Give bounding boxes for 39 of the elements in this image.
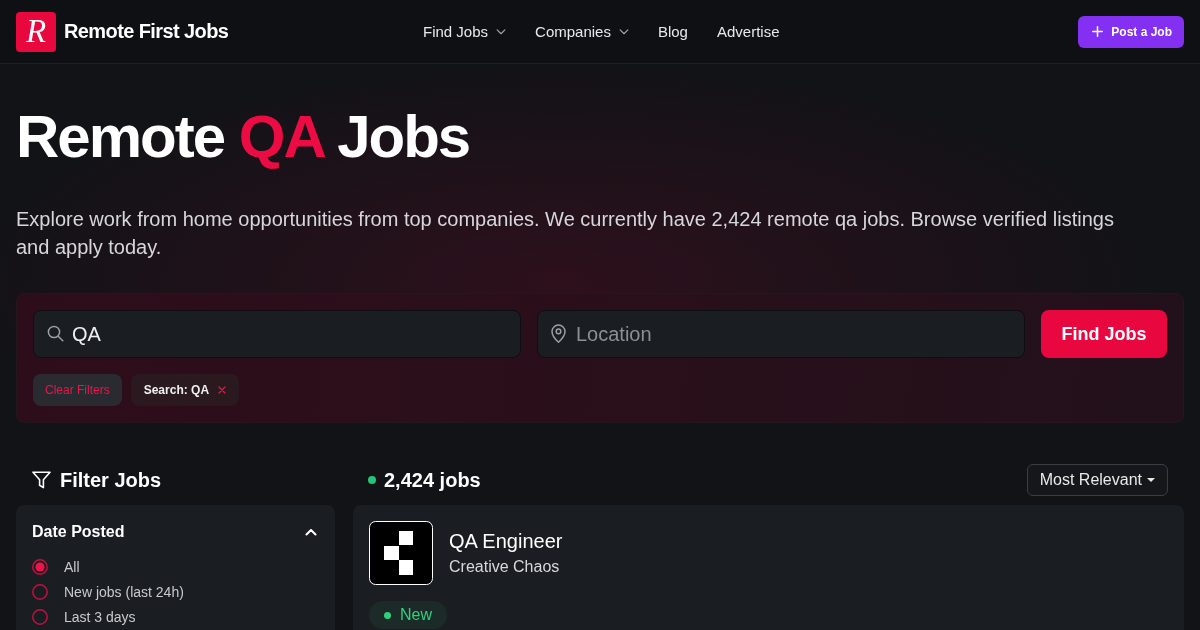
filter-heading: Filter Jobs — [60, 468, 162, 492]
location-field[interactable]: Location — [537, 310, 1025, 358]
page-title: Remote QA Jobs — [16, 103, 471, 171]
chevron-down-icon — [496, 28, 507, 35]
job-title: QA Engineer — [449, 529, 563, 554]
section-toggle[interactable]: Date Posted — [32, 521, 319, 543]
chevron-up-icon — [305, 528, 317, 536]
caret-icon — [1147, 478, 1155, 482]
new-badge: New — [369, 601, 447, 629]
status-dot-icon — [368, 476, 376, 484]
radio-button[interactable] — [32, 559, 48, 575]
radio-button[interactable] — [32, 584, 48, 600]
option-label: All — [64, 559, 80, 575]
page-description: Explore work from home opportunities from top companies. We currently have 2,424 remote qa jobs. Browse verified listings and apply today. — [16, 207, 1115, 260]
post-job-button[interactable]: Post a Job — [1078, 15, 1184, 48]
dot-icon — [384, 611, 391, 619]
funnel-icon — [32, 471, 51, 489]
brand-name[interactable]: Remote First Jobs — [64, 20, 229, 43]
nav-link[interactable]: Blog — [657, 23, 688, 40]
option-label: New jobs (last 24h) — [64, 584, 184, 600]
results-count: 2,424 jobs — [384, 468, 481, 492]
logo-mark[interactable]: R — [16, 11, 56, 52]
nav-link[interactable]: Advertise — [716, 23, 780, 40]
chevron-down-icon — [618, 28, 629, 35]
company-name: Creative Chaos — [449, 557, 561, 577]
find-jobs-button[interactable]: Find Jobs — [1041, 310, 1167, 358]
location-pin-icon — [551, 324, 566, 343]
nav-link[interactable]: Companies — [535, 23, 629, 40]
checker-logo-icon — [369, 521, 433, 585]
filter-chip[interactable]: Search: QA — [130, 374, 240, 406]
close-icon — [218, 386, 227, 394]
sort-dropdown[interactable]: Most Relevant — [1026, 464, 1168, 496]
job-card[interactable]: QA Engineer Creative Chaos New — [353, 505, 1184, 630]
nav-link[interactable]: Find Jobs — [423, 23, 507, 40]
plus-icon — [1092, 26, 1104, 37]
search-icon — [47, 325, 64, 342]
radio-button[interactable] — [32, 609, 48, 625]
option-label: Last 3 days — [64, 609, 136, 625]
search-field[interactable]: QA — [33, 310, 521, 358]
